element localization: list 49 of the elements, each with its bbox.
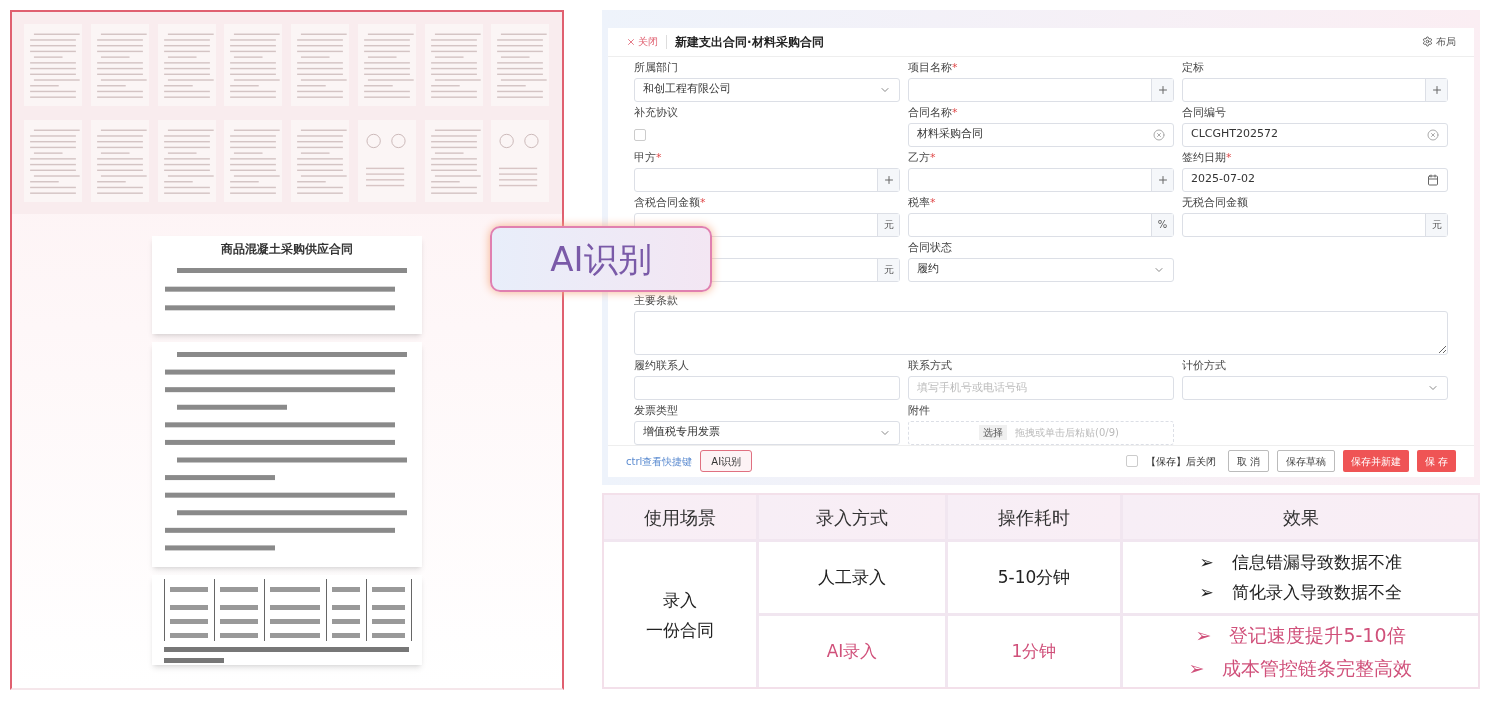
table-header-cell: 操作耗时 xyxy=(948,495,1120,539)
field-label: 含税合同金额* xyxy=(634,195,706,210)
table-header-cell: 使用场景 xyxy=(604,495,756,539)
input-value: CLCGHT202572 xyxy=(1191,126,1278,143)
field-label: 乙方* xyxy=(908,150,936,165)
ai-recognize-badge: AI识别 xyxy=(490,226,712,292)
field-label: 项目名称* xyxy=(908,60,958,75)
field-label: 合同名称* xyxy=(908,105,958,120)
field-label: 发票类型 xyxy=(634,403,678,418)
bullet-arrow: ➢ xyxy=(1199,551,1214,574)
form-title: 新建支出合同·材料采购合同 xyxy=(675,33,825,51)
field-label: 计价方式 xyxy=(1182,358,1226,373)
effect-text: 简化录入导致数据不全 xyxy=(1231,580,1402,604)
field-label: 定标 xyxy=(1182,60,1204,75)
field-label: 附件 xyxy=(908,403,930,418)
bullet-arrow: ➢ xyxy=(1188,655,1205,681)
checkbox-label: 【保存】后关闭 xyxy=(1145,454,1216,469)
table-cell-text: 录入 xyxy=(663,588,697,612)
field-label: 主要条款 xyxy=(634,293,678,308)
effect-text: 信息错漏导致数据不准 xyxy=(1231,551,1402,574)
field-label: 补充协议 xyxy=(634,105,678,120)
field-label: 税率* xyxy=(908,195,936,210)
field-label: 签约日期* xyxy=(1182,150,1232,165)
select-value: 增值税专用发票 xyxy=(643,424,720,441)
field-label: 所属部门 xyxy=(634,60,678,75)
effect-text: 成本管控链条完整高效 xyxy=(1222,655,1413,681)
table-cell: AI录入 xyxy=(759,616,945,687)
field-label: 联系方式 xyxy=(908,358,952,373)
select-value: 履约 xyxy=(917,261,939,278)
table-cell: 人工录入 xyxy=(759,542,945,613)
select-value: 和创工程有限公司 xyxy=(643,81,731,98)
document-title: 商品混凝土采购供应合同 xyxy=(221,241,353,258)
choose-label: 选择 xyxy=(979,425,1007,441)
field-label: 履约联系人 xyxy=(634,358,689,373)
input-value: 材料采购合同 xyxy=(917,126,983,143)
field-label: 甲方* xyxy=(634,150,662,165)
date-value: 2025-07-02 xyxy=(1191,171,1255,188)
table-cell-text: 一份合同 xyxy=(646,618,714,642)
table-header-cell: 效果 xyxy=(1123,495,1478,539)
bullet-arrow: ➢ xyxy=(1195,623,1212,648)
table-cell: 5-10分钟 xyxy=(948,542,1120,613)
table-header-cell: 录入方式 xyxy=(759,495,945,539)
field-label: 合同编号 xyxy=(1182,105,1226,120)
unit-label: 元 xyxy=(877,258,899,281)
field-label: 合同状态 xyxy=(908,240,952,255)
table-cell: 1分钟 xyxy=(948,616,1120,687)
effect-text: 登记速度提升5-10倍 xyxy=(1229,623,1406,648)
field-label: 无税合同金额 xyxy=(1182,195,1248,210)
bullet-arrow: ➢ xyxy=(1199,580,1214,604)
